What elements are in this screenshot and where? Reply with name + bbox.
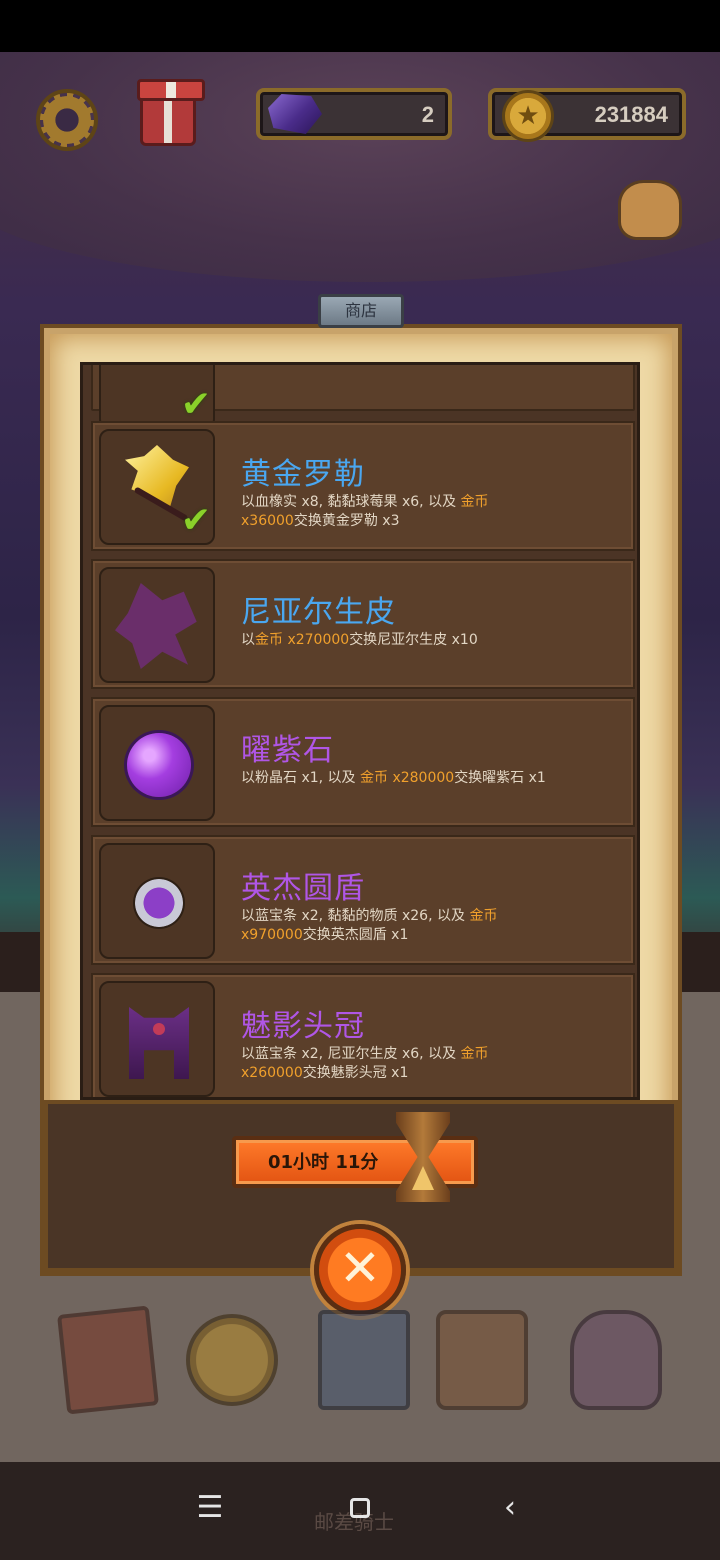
tree-canopy [0, 52, 720, 282]
shop-item-golden-basil[interactable]: ✔ 黄金罗勒 以血橡实 x8, 黏黏球莓果 x6, 以及 金币 x36000交换黄… [91, 421, 635, 551]
star-coin-icon[interactable] [186, 1314, 278, 1406]
item-icon-box: ✔ [99, 365, 215, 429]
back-icon[interactable]: ‹ [480, 1490, 540, 1525]
gem-counter: 2 [256, 88, 452, 140]
shop-item-niall-hide[interactable]: 尼亚尔生皮 以金币 x270000交换尼亚尔生皮 x10 [91, 559, 635, 689]
item-icon-box: ✔ [99, 429, 215, 545]
shop-tab-title: 商店 [318, 294, 404, 328]
bag-icon[interactable] [618, 180, 682, 240]
golden-basil-icon [125, 445, 189, 508]
coin-icon: ★ [502, 90, 554, 142]
item-name: 曜紫石 [241, 733, 334, 768]
item-name: 黄金罗勒 [241, 457, 365, 492]
gear-icon[interactable] [36, 89, 98, 151]
item-icon-box [99, 705, 215, 821]
status-bar [0, 0, 720, 52]
system-nav-bar: ☰ ‹ [0, 1480, 720, 1544]
gem-count: 2 [421, 102, 434, 127]
item-icon-box [99, 567, 215, 683]
item-icon-box [99, 981, 215, 1097]
shop-item-phantom-helm[interactable]: 魅影头冠 以蓝宝条 x2, 尼亚尔生皮 x6, 以及 金币 x260000交换魅影… [91, 973, 635, 1097]
item-description: 以金币 x270000交换尼亚尔生皮 x10 [241, 632, 478, 648]
item-icon-box [99, 843, 215, 959]
home-icon [350, 1498, 370, 1518]
shop-item-list[interactable]: ✔ ✔ 黄金罗勒 以血橡实 x8, 黏黏球莓果 x6, 以及 金币 x36000交… [80, 362, 640, 1100]
restock-timer-text: 01小时 11分 [268, 1152, 379, 1173]
item-name: 魅影头冠 [241, 1009, 365, 1044]
item-description: 以血橡实 x8, 黏黏球莓果 x6, 以及 金币 x36000交换黄金罗勒 x3 [241, 494, 489, 529]
shield-icon [135, 879, 183, 927]
item-description: 以蓝宝条 x2, 尼亚尔生皮 x6, 以及 金币 x260000交换魅影头冠 x1 [241, 1046, 489, 1081]
backpack-icon[interactable] [436, 1310, 528, 1410]
shop-item-hero-shield[interactable]: 英杰圆盾 以蓝宝条 x2, 黏黏的物质 x26, 以及 金币 x970000交换英… [91, 835, 635, 965]
item-name: 英杰圆盾 [241, 871, 365, 906]
checkmark-icon: ✔ [180, 500, 211, 541]
item-description: 以蓝宝条 x2, 黏黏的物质 x26, 以及 金币 x970000交换英杰圆盾 x… [241, 908, 498, 943]
item-name: 尼亚尔生皮 [241, 595, 396, 630]
hide-icon [115, 583, 197, 669]
menu-icon[interactable]: ☰ [180, 1490, 240, 1525]
checkmark-icon: ✔ [180, 384, 211, 425]
book-icon[interactable] [57, 1305, 159, 1415]
list-item-partial[interactable]: ✔ [91, 365, 635, 429]
coin-count: 231884 [594, 102, 668, 127]
coin-counter: ★ 231884 [488, 88, 686, 142]
home-button[interactable] [330, 1490, 390, 1526]
close-button[interactable]: ✕ [314, 1224, 406, 1316]
purple-orb-icon [127, 733, 191, 797]
item-description: 以粉晶石 x1, 以及 金币 x280000交换曜紫石 x1 [241, 770, 546, 786]
gem-icon [268, 94, 322, 134]
gift-icon[interactable] [137, 79, 205, 146]
helm-gem-icon [153, 1023, 165, 1035]
helm-icon [129, 1007, 189, 1079]
loot-bag-icon[interactable] [570, 1310, 662, 1410]
shop-item-obsidian[interactable]: 曜紫石 以粉晶石 x1, 以及 金币 x280000交换曜紫石 x1 [91, 697, 635, 827]
sword-card-icon[interactable] [318, 1310, 410, 1410]
